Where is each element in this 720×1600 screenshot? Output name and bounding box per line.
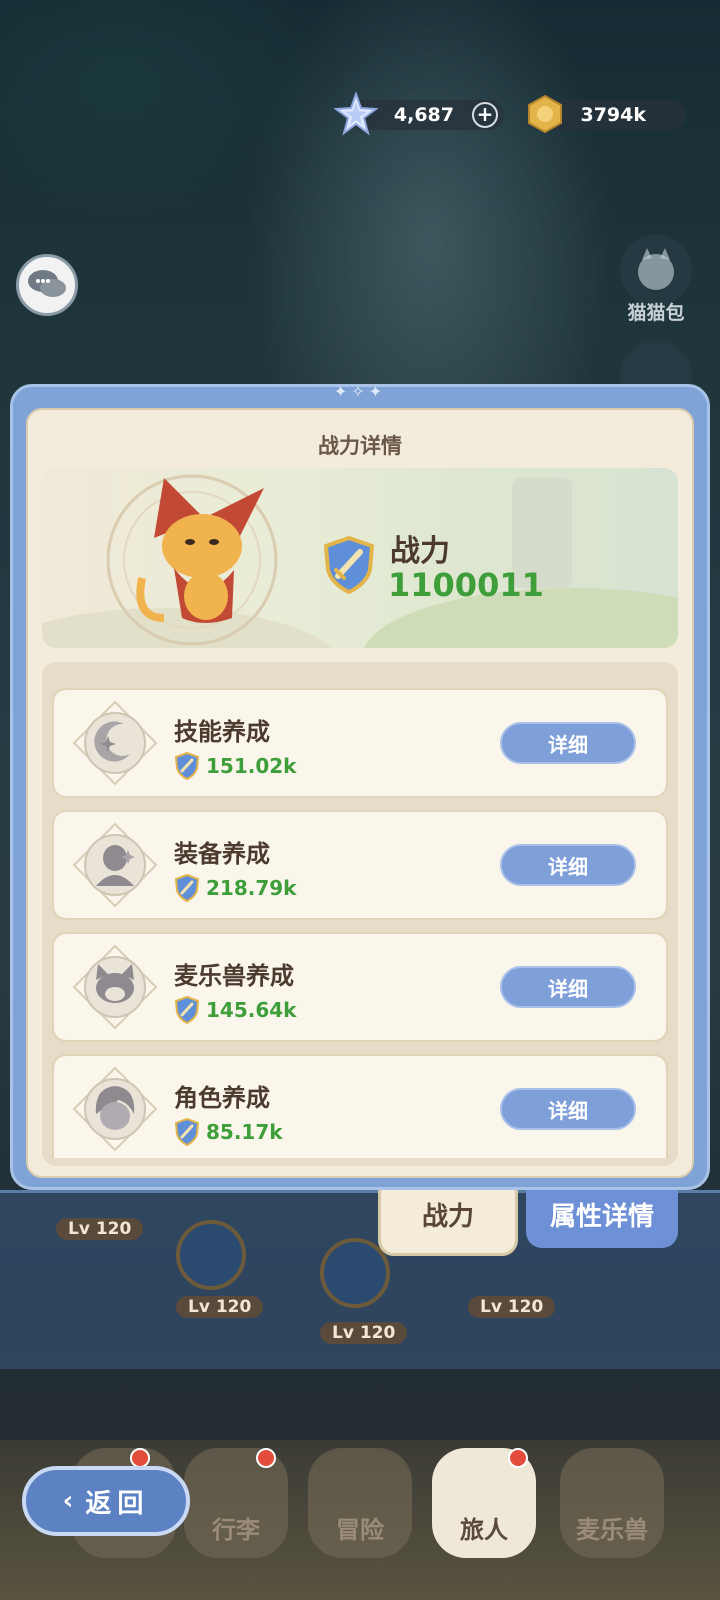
- nav-label-traveler: 旅人: [460, 1516, 508, 1544]
- item-power-value: 218.79k: [206, 876, 297, 900]
- dialog-title: 战力详情: [318, 434, 402, 458]
- power-shield-icon: [174, 1118, 200, 1146]
- item-power-value: 85.17k: [206, 1120, 283, 1144]
- character-detail-button[interactable]: 详细: [500, 1088, 636, 1130]
- gem-counter: 4,687 +: [334, 92, 504, 136]
- cat-face-icon: [72, 944, 158, 1030]
- armor-person-icon: [72, 822, 158, 908]
- chat-bubble-icon: [28, 270, 66, 297]
- gold-coin-icon: [528, 94, 562, 134]
- power-shield-icon: [323, 536, 375, 594]
- gem-count: 4,687: [393, 104, 454, 126]
- back-label: 返回: [85, 1488, 150, 1519]
- cat-hero-portrait: [106, 474, 278, 646]
- power-shield-icon: [174, 996, 200, 1024]
- pet-detail-button[interactable]: 详细: [500, 966, 636, 1008]
- level-tag: Lv 120: [468, 1296, 556, 1318]
- cat-bag-icon: [638, 248, 674, 290]
- item-title: 装备养成: [174, 840, 270, 868]
- gold-counter: 3794k: [528, 94, 686, 134]
- power-shield-icon: [174, 874, 200, 902]
- gold-count: 3794k: [580, 104, 646, 126]
- tab-attribute-details[interactable]: 属性详情: [526, 1180, 678, 1248]
- notification-dot: [508, 1448, 528, 1468]
- item-power-value: 151.02k: [206, 754, 297, 778]
- item-power-value: 145.64k: [206, 998, 297, 1022]
- equipment-detail-button[interactable]: 详细: [500, 844, 636, 886]
- character-head-icon: [72, 1066, 158, 1152]
- chat-button[interactable]: [16, 254, 78, 316]
- power-shield-icon: [174, 752, 200, 780]
- back-button[interactable]: ‹ 返回: [22, 1466, 190, 1536]
- power-value: 1100011: [388, 566, 544, 604]
- item-title: 技能养成: [174, 718, 270, 746]
- nav-label-pet: 麦乐兽: [576, 1516, 648, 1544]
- nav-label-luggage: 行李: [212, 1516, 260, 1544]
- skill-node[interactable]: [176, 1220, 246, 1290]
- notification-dot: [256, 1448, 276, 1468]
- power-label: 战力: [390, 534, 450, 569]
- star-gem-icon: [334, 92, 378, 136]
- notification-dot: [130, 1448, 150, 1468]
- cat-bag-label: 猫猫包: [627, 302, 685, 324]
- nav-label-adventure: 冒险: [336, 1516, 384, 1544]
- item-title: 麦乐兽养成: [174, 962, 294, 990]
- item-title: 角色养成: [174, 1084, 270, 1112]
- moon-sparkle-icon: [72, 700, 158, 786]
- dialog-ornament: ✦✧✦: [333, 382, 387, 401]
- level-tag: Lv 120: [176, 1296, 264, 1318]
- chevron-left-icon: ‹: [62, 1486, 80, 1516]
- level-tag: Lv 120: [320, 1322, 408, 1344]
- add-gems-button[interactable]: +: [472, 102, 498, 128]
- cat-bag-button[interactable]: [620, 234, 692, 306]
- level-tag: Lv 120: [56, 1218, 144, 1240]
- skill-detail-button[interactable]: 详细: [500, 722, 636, 764]
